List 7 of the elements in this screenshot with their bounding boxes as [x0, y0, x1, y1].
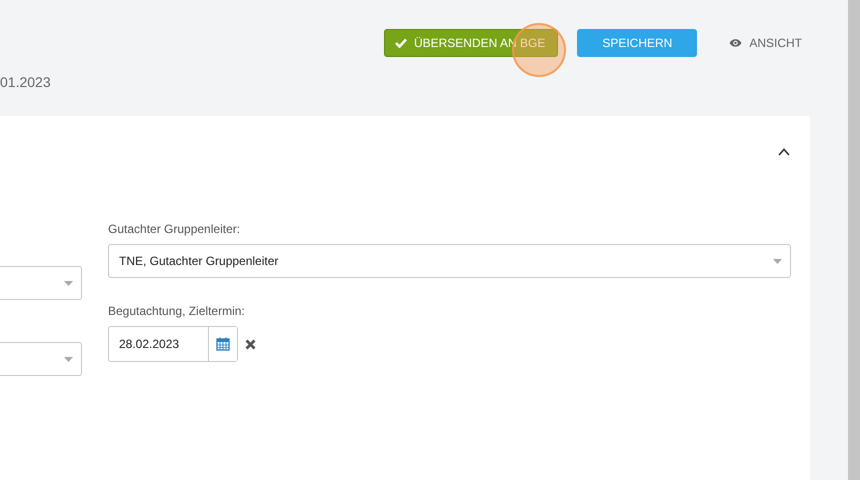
submit-button[interactable]: ÜBERSENDEN AN BGE	[384, 29, 558, 57]
date-text: 01.2023	[0, 73, 51, 90]
save-button[interactable]: SPEICHERN	[577, 29, 698, 57]
dropdown-field[interactable]: TNE, Gutachter Gruppenleiter	[108, 244, 791, 278]
view-button[interactable]: ANSICHT	[729, 29, 802, 57]
field-label: Gutachter Gruppenleiter:	[108, 222, 240, 236]
field-label: Begutachtung, Zieltermin:	[108, 304, 245, 318]
